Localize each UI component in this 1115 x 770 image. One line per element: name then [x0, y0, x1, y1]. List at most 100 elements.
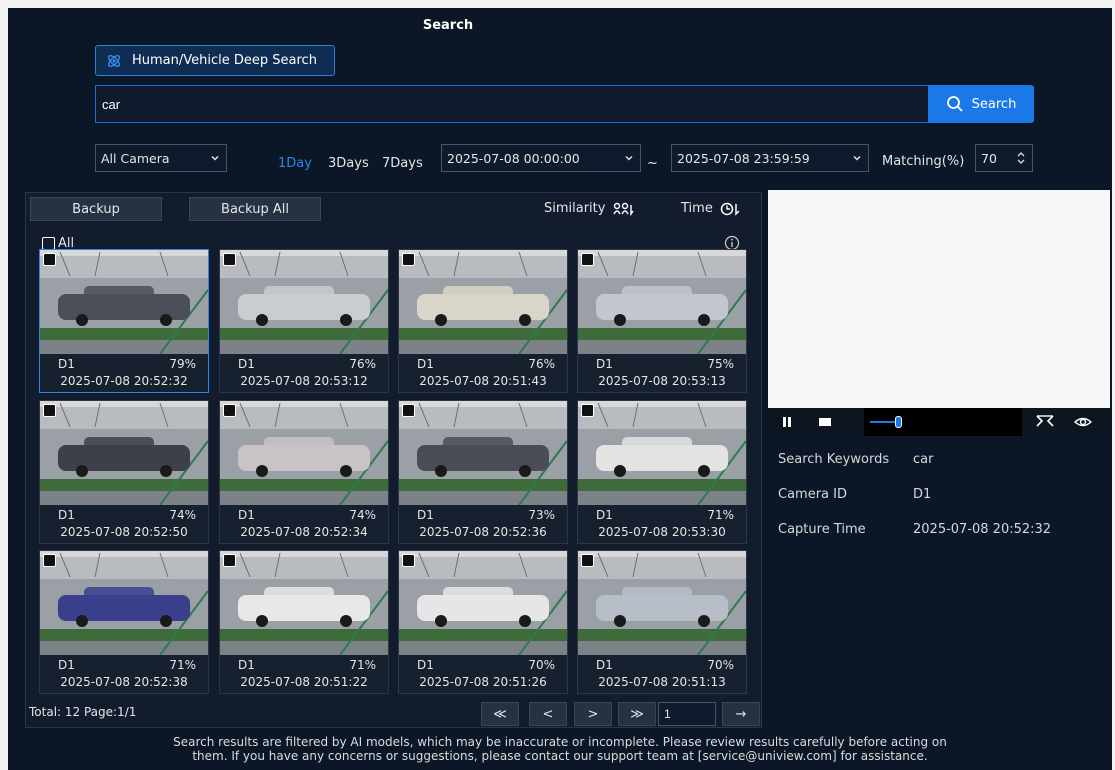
result-match-percent: 76%: [349, 357, 376, 371]
result-timestamp: 2025-07-08 20:53:13: [598, 374, 726, 388]
result-card[interactable]: D1 73% 2025-07-08 20:52:36: [398, 400, 568, 544]
fullscreen-icon[interactable]: [1036, 415, 1054, 429]
progress-handle[interactable]: [895, 416, 902, 428]
disclaimer-line-1: Search results are filtered by AI models…: [173, 735, 947, 749]
result-match-percent: 74%: [349, 508, 376, 522]
result-checkbox[interactable]: [581, 253, 594, 266]
capture-thumbnail: [220, 551, 388, 655]
capture-thumbnail: [40, 551, 208, 655]
camera-id-value: D1: [913, 487, 932, 502]
deep-search-button[interactable]: Human/Vehicle Deep Search: [95, 45, 335, 76]
last-page-button[interactable]: ≫: [618, 702, 656, 726]
stop-icon[interactable]: [818, 416, 832, 428]
result-checkbox[interactable]: [223, 404, 236, 417]
deep-search-label: Human/Vehicle Deep Search: [132, 53, 317, 68]
sort-similarity-label: Similarity: [544, 201, 606, 216]
search-button-label: Search: [971, 96, 1017, 112]
result-card[interactable]: D1 71% 2025-07-08 20:52:38: [39, 550, 209, 694]
result-checkbox[interactable]: [581, 554, 594, 567]
result-checkbox[interactable]: [43, 404, 56, 417]
result-camera: D1: [58, 658, 75, 672]
result-timestamp: 2025-07-08 20:52:38: [60, 675, 188, 689]
result-checkbox[interactable]: [223, 253, 236, 266]
result-card[interactable]: D1 75% 2025-07-08 20:53:13: [577, 249, 747, 393]
result-checkbox[interactable]: [402, 554, 415, 567]
result-camera: D1: [596, 357, 613, 371]
capture-thumbnail: [220, 401, 388, 505]
result-match-percent: 70%: [528, 658, 555, 672]
atom-icon: [107, 54, 121, 67]
range-separator: ~: [647, 156, 658, 171]
result-card[interactable]: D1 79% 2025-07-08 20:52:32: [39, 249, 209, 393]
backup-all-button[interactable]: Backup All: [189, 197, 321, 221]
search-button[interactable]: Search: [928, 85, 1034, 123]
pause-icon[interactable]: [781, 416, 793, 428]
result-camera: D1: [596, 658, 613, 672]
result-timestamp: 2025-07-08 20:51:22: [240, 675, 368, 689]
result-timestamp: 2025-07-08 20:53:12: [240, 374, 368, 388]
range-3days[interactable]: 3Days: [328, 156, 369, 171]
result-match-percent: 76%: [528, 357, 555, 371]
chevron-down-icon: [853, 155, 861, 161]
result-card[interactable]: D1 74% 2025-07-08 20:52:50: [39, 400, 209, 544]
range-1day[interactable]: 1Day: [278, 156, 312, 171]
result-checkbox[interactable]: [581, 404, 594, 417]
result-checkbox[interactable]: [43, 253, 56, 266]
app-window: Search Human/Vehicle Deep Search Search …: [8, 8, 1112, 770]
chevron-down-icon: [625, 155, 633, 161]
result-camera: D1: [417, 357, 434, 371]
result-timestamp: 2025-07-08 20:52:34: [240, 525, 368, 539]
result-timestamp: 2025-07-08 20:51:26: [419, 675, 547, 689]
search-input[interactable]: [95, 85, 930, 123]
result-match-percent: 73%: [528, 508, 555, 522]
results-panel: Backup Backup All Similarity Time All D1…: [25, 192, 762, 728]
capture-thumbnail: [399, 401, 567, 505]
matching-stepper[interactable]: 70: [975, 144, 1033, 172]
keywords-value: car: [913, 452, 934, 467]
result-checkbox[interactable]: [223, 554, 236, 567]
video-preview[interactable]: [768, 190, 1110, 408]
end-time-select[interactable]: 2025-07-08 23:59:59: [671, 144, 869, 172]
next-page-button[interactable]: >: [574, 702, 612, 726]
camera-select[interactable]: All Camera: [95, 144, 227, 172]
result-timestamp: 2025-07-08 20:51:43: [419, 374, 547, 388]
camera-id-label: Camera ID: [778, 487, 847, 502]
result-card[interactable]: D1 76% 2025-07-08 20:53:12: [219, 249, 389, 393]
prev-page-button[interactable]: <: [529, 702, 567, 726]
matching-label: Matching(%): [882, 154, 965, 169]
page-number-input[interactable]: [658, 702, 716, 726]
result-match-percent: 71%: [349, 658, 376, 672]
result-card[interactable]: D1 70% 2025-07-08 20:51:13: [577, 550, 747, 694]
go-page-button[interactable]: →: [722, 702, 760, 726]
first-page-button[interactable]: ≪: [481, 702, 519, 726]
result-timestamp: 2025-07-08 20:52:32: [60, 374, 188, 388]
result-card[interactable]: D1 71% 2025-07-08 20:51:22: [219, 550, 389, 694]
result-card[interactable]: D1 76% 2025-07-08 20:51:43: [398, 249, 568, 393]
start-time-value: 2025-07-08 00:00:00: [447, 150, 580, 166]
start-time-select[interactable]: 2025-07-08 00:00:00: [441, 144, 641, 172]
sort-similarity[interactable]: Similarity: [544, 201, 635, 216]
result-checkbox[interactable]: [402, 404, 415, 417]
sort-time[interactable]: Time: [681, 201, 742, 216]
end-time-value: 2025-07-08 23:59:59: [677, 150, 810, 166]
result-card[interactable]: D1 71% 2025-07-08 20:53:30: [577, 400, 747, 544]
range-7days[interactable]: 7Days: [382, 156, 423, 171]
disclaimer: Search results are filtered by AI models…: [8, 735, 1112, 763]
eye-icon[interactable]: [1074, 414, 1092, 430]
backup-button[interactable]: Backup: [30, 197, 162, 221]
result-card[interactable]: D1 74% 2025-07-08 20:52:34: [219, 400, 389, 544]
result-card[interactable]: D1 70% 2025-07-08 20:51:26: [398, 550, 568, 694]
result-checkbox[interactable]: [402, 253, 415, 266]
playback-progress[interactable]: [864, 408, 1022, 436]
result-camera: D1: [596, 508, 613, 522]
progress-fill: [870, 421, 898, 423]
capture-thumbnail: [40, 250, 208, 354]
search-icon: [946, 96, 963, 112]
result-match-percent: 71%: [707, 508, 734, 522]
result-camera: D1: [238, 357, 255, 371]
chevron-down-icon: [211, 155, 219, 161]
result-camera: D1: [58, 508, 75, 522]
similarity-icon: [613, 202, 635, 216]
result-checkbox[interactable]: [43, 554, 56, 567]
capture-thumbnail: [40, 401, 208, 505]
